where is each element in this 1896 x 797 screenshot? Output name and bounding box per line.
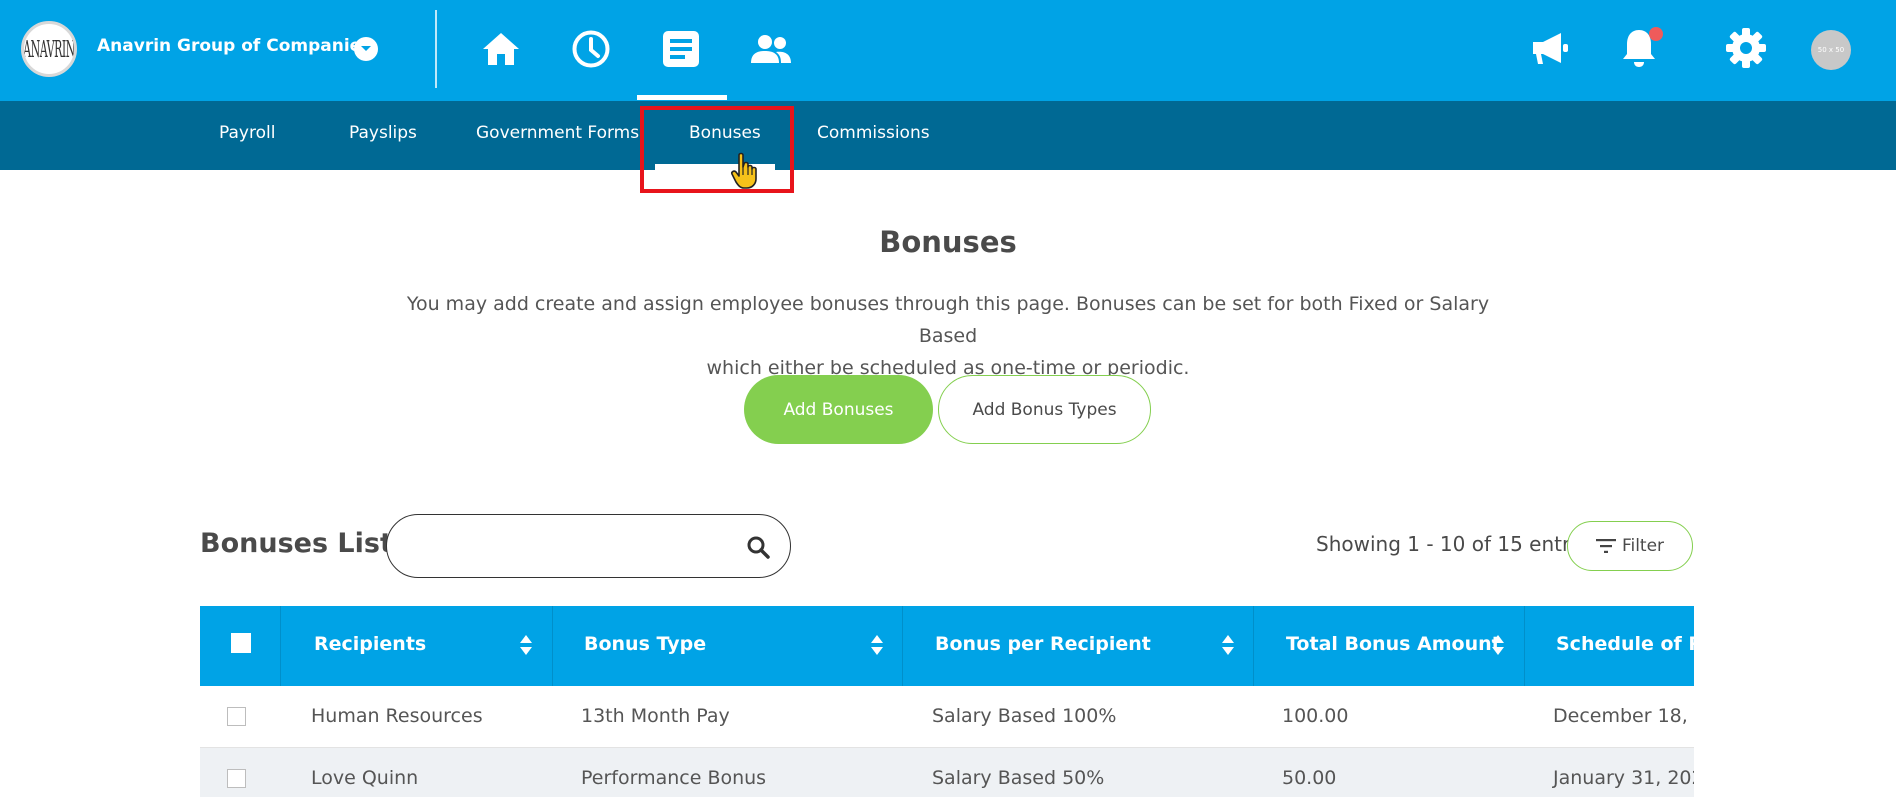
people-icon[interactable] [748,26,794,72]
avatar[interactable]: 50 x 50 [1811,30,1851,70]
company-name[interactable]: Anavrin Group of Companies [97,36,371,56]
tab-payroll[interactable]: Payroll [219,123,275,143]
table-row[interactable]: Love Quinn Performance Bonus Salary Base… [200,748,1694,797]
search-icon[interactable] [746,535,772,561]
search-input[interactable] [407,529,727,563]
top-bar: ANAVRIN Anavrin Group of Companies 50 x … [0,0,1896,101]
cell-total-bonus-amount: 50.00 [1282,767,1337,789]
column-separator [1524,606,1525,686]
add-bonuses-button[interactable]: Add Bonuses [744,375,933,444]
entries-count: Showing 1 - 10 of 15 entries [1316,532,1599,556]
cell-bonus-per-recipient: Salary Based 50% [932,767,1105,789]
tab-government-forms[interactable]: Government Forms [476,123,639,143]
page-title: Bonuses [879,225,1017,259]
home-icon[interactable] [478,26,524,72]
column-separator [552,606,553,686]
sort-icon[interactable] [1221,634,1235,656]
cell-bonus-type: Performance Bonus [581,767,767,789]
tab-payslips[interactable]: Payslips [349,123,417,143]
column-header-total-bonus-amount[interactable]: Total Bonus Amount [1286,633,1501,655]
cell-bonus-per-recipient: Salary Based 100% [932,705,1117,727]
cell-schedule: December 18, 20 [1553,705,1694,727]
add-bonus-types-button[interactable]: Add Bonus Types [938,375,1151,444]
page-description-line-2: which either be scheduled as one-time or… [706,357,1190,379]
page-description-line-1: You may add create and assign employee b… [406,293,1490,347]
cell-bonus-type: 13th Month Pay [581,705,730,727]
select-all-checkbox[interactable] [231,633,251,653]
table-row[interactable]: Human Resources 13th Month Pay Salary Ba… [200,686,1694,748]
gear-icon[interactable] [1722,24,1770,72]
table-header: Recipients Bonus Type Bonus per Recipien… [200,606,1694,686]
search-field [386,514,791,578]
logo-text: ANAVRIN [23,35,75,63]
bonuses-table: Recipients Bonus Type Bonus per Recipien… [200,606,1694,797]
row-checkbox[interactable] [227,769,246,788]
header-divider [435,10,437,88]
column-header-schedule[interactable]: Schedule of Re [1556,633,1694,655]
row-checkbox[interactable] [227,707,246,726]
cell-recipient: Human Resources [311,705,483,727]
cell-total-bonus-amount: 100.00 [1282,705,1349,727]
company-dropdown-chevron-icon[interactable] [354,37,378,61]
avatar-placeholder-text: 50 x 50 [1817,46,1845,54]
cell-recipient: Love Quinn [311,767,419,789]
filter-button[interactable]: Filter [1567,521,1693,571]
hand-cursor-icon [730,152,760,194]
highlight-box [640,106,794,193]
column-header-bonus-type[interactable]: Bonus Type [584,633,706,655]
tab-commissions[interactable]: Commissions [817,123,930,143]
column-separator [1253,606,1254,686]
company-logo[interactable]: ANAVRIN [21,21,77,77]
column-separator [280,606,281,686]
column-header-recipients[interactable]: Recipients [314,633,426,655]
column-separator [902,606,903,686]
document-icon[interactable] [658,26,704,72]
sort-icon[interactable] [1491,634,1505,656]
sort-icon[interactable] [870,634,884,656]
megaphone-icon[interactable] [1526,24,1574,72]
clock-icon[interactable] [568,26,614,72]
active-nav-indicator [637,95,727,100]
filter-label: Filter [1621,536,1665,556]
notification-badge [1649,27,1663,41]
cell-schedule: January 31, 202 [1553,767,1694,789]
bonuses-list-title: Bonuses List [200,528,393,559]
column-header-bonus-per-recipient[interactable]: Bonus per Recipient [935,633,1151,655]
page-description: You may add create and assign employee b… [398,288,1498,384]
sub-navigation [0,101,1896,170]
filter-icon [1595,539,1616,553]
sort-icon[interactable] [519,634,533,656]
